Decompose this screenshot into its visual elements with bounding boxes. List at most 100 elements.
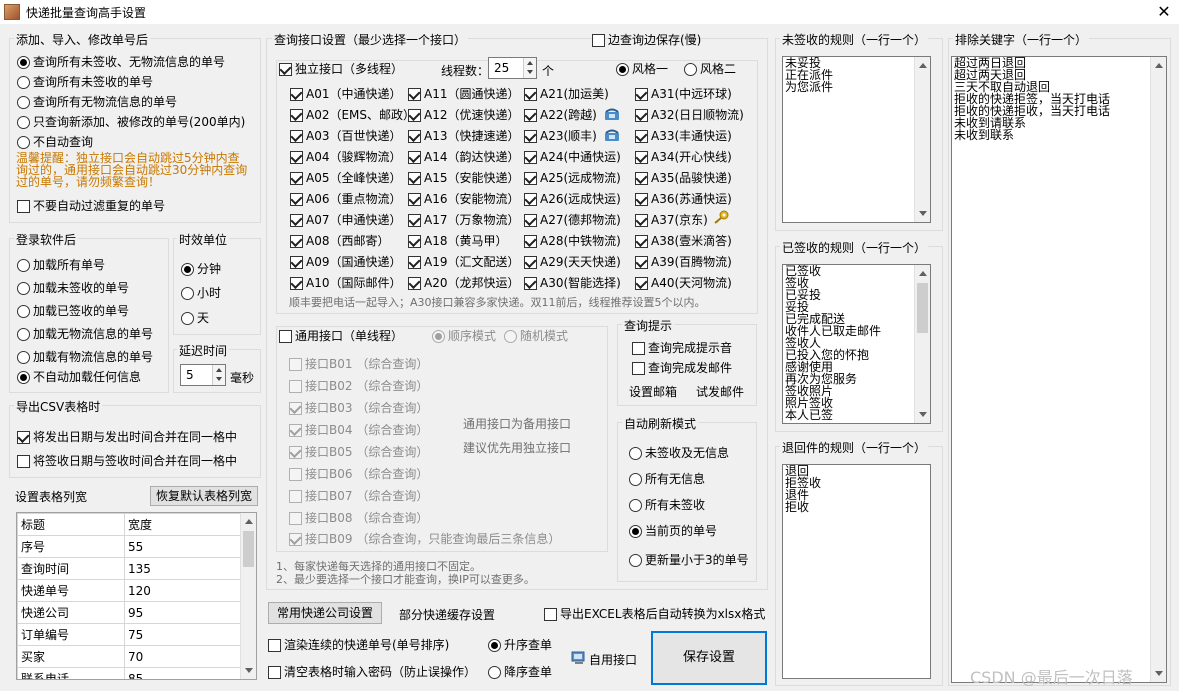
returned-rules-textarea[interactable]: 退回 拒签收 退件 拒收: [782, 464, 931, 679]
carrier-checkbox[interactable]: A03（百世快递）: [290, 128, 401, 144]
carrier-checkbox[interactable]: A27(德邦物流): [524, 212, 621, 228]
scroll-down-icon[interactable]: [919, 412, 927, 417]
carrier-checkbox[interactable]: A29(天天快递): [524, 254, 621, 270]
carrier-checkbox[interactable]: A33(丰通快运): [635, 128, 732, 144]
signed-scrollbar[interactable]: [914, 265, 930, 423]
delay-stepper[interactable]: 5: [180, 364, 226, 386]
carrier-checkbox[interactable]: A11（圆通快递）: [408, 86, 519, 102]
table-row[interactable]: 订单编号 75: [17, 623, 242, 646]
table-cell[interactable]: 55: [124, 535, 242, 558]
general-api-item-checkbox[interactable]: 接口B04 （综合查询）: [289, 422, 428, 438]
add-import-option-radio[interactable]: 不自动查询: [17, 134, 93, 150]
table-cell[interactable]: 序号: [17, 535, 125, 558]
scroll-down-icon[interactable]: [919, 211, 927, 216]
general-api-item-checkbox[interactable]: 接口B09 （综合查询，只能查询最后三条信息）: [289, 531, 560, 547]
carrier-checkbox[interactable]: A13（快捷速递）: [408, 128, 519, 144]
login-option-radio[interactable]: 不自动加载任何信息: [17, 369, 141, 385]
self-api-label[interactable]: 自用接口: [589, 651, 637, 668]
login-option-radio[interactable]: 加载未签收的单号: [17, 280, 129, 296]
carrier-checkbox[interactable]: A40(天河物流): [635, 275, 732, 291]
table-row[interactable]: 快递单号 120: [17, 579, 242, 602]
carrier-checkbox[interactable]: A34(开心快线): [635, 149, 732, 165]
table-scrollbar[interactable]: [240, 513, 256, 679]
carrier-checkbox[interactable]: A06（重点物流）: [290, 191, 401, 207]
carrier-checkbox[interactable]: A39(百腾物流): [635, 254, 732, 270]
general-api-item-checkbox[interactable]: 接口B06 （综合查询）: [289, 466, 428, 482]
table-cell[interactable]: 70: [124, 645, 242, 668]
carrier-checkbox[interactable]: A09（国通快递）: [290, 254, 401, 270]
threads-stepper[interactable]: 25: [488, 57, 537, 79]
tip-mail-checkbox[interactable]: 查询完成发邮件: [632, 360, 732, 376]
carrier-checkbox[interactable]: A22(跨越): [524, 107, 597, 123]
carrier-checkbox[interactable]: A31(中远环球): [635, 86, 732, 102]
tip-sound-checkbox[interactable]: 查询完成提示音: [632, 340, 732, 356]
carrier-checkbox[interactable]: A35(品骏快递): [635, 170, 732, 186]
exclude-keywords-textarea[interactable]: 超过两日退回 超过两天退回 三天不取自动退回 拒收的快递拒签，当天打电话 拒收的快递拒收…: [951, 56, 1167, 683]
carrier-checkbox[interactable]: A05（全峰快递）: [290, 170, 401, 186]
threads-spin-buttons[interactable]: [523, 58, 536, 78]
general-api-item-checkbox[interactable]: 接口B01 （综合查询）: [289, 356, 428, 372]
ascending-radio[interactable]: 升序查单: [488, 637, 552, 653]
table-row[interactable]: 快递公司 95: [17, 601, 242, 624]
general-api-item-checkbox[interactable]: 接口B03 （综合查询）: [289, 400, 428, 416]
carrier-checkbox[interactable]: A38(壹米滴答): [635, 233, 732, 249]
carrier-checkbox[interactable]: A17（万象物流）: [408, 212, 519, 228]
auto-refresh-radio[interactable]: 当前页的单号: [629, 523, 717, 539]
carrier-checkbox[interactable]: A32(日日顺物流): [635, 107, 744, 123]
add-import-option-radio[interactable]: 查询所有未签收、无物流信息的单号: [17, 54, 225, 70]
login-option-radio[interactable]: 加载已签收的单号: [17, 303, 129, 319]
scroll-thumb[interactable]: [917, 283, 928, 333]
add-import-option-radio[interactable]: 查询所有无物流信息的单号: [17, 94, 177, 110]
scroll-down-icon[interactable]: [245, 668, 253, 673]
export-excel-checkbox[interactable]: 导出EXCEL表格后自动转换为xlsx格式: [544, 606, 765, 622]
save-settings-button[interactable]: 保存设置: [651, 631, 767, 685]
style-two-radio[interactable]: 风格二: [684, 61, 736, 77]
carrier-checkbox[interactable]: A16（安能物流）: [408, 191, 519, 207]
auto-refresh-radio[interactable]: 所有未签收: [629, 497, 705, 513]
scroll-thumb[interactable]: [243, 531, 254, 567]
general-api-item-checkbox[interactable]: 接口B02 （综合查询）: [289, 378, 428, 394]
unsigned-scrollbar[interactable]: [914, 57, 930, 222]
carrier-checkbox[interactable]: A36(苏通快运): [635, 191, 732, 207]
table-cell[interactable]: 快递公司: [17, 601, 125, 624]
carrier-checkbox[interactable]: A20（龙邦快运）: [408, 275, 519, 291]
table-cell[interactable]: 75: [124, 623, 242, 646]
col-width-table[interactable]: 标题 宽度 序号 55 查询时间 135 快递单号 120 快递公司 95 订单编号 75 买家 70 联系…: [16, 512, 257, 680]
carrier-checkbox[interactable]: A15（安能快递）: [408, 170, 519, 186]
mail-setup-link[interactable]: 设置邮箱: [629, 383, 677, 400]
carrier-checkbox[interactable]: A19（汇文配送）: [408, 254, 519, 270]
sequential-mode-radio[interactable]: 顺序模式: [432, 328, 496, 344]
partial-cache-link[interactable]: 部分快递缓存设置: [399, 606, 495, 623]
table-row[interactable]: 联系电话 85: [17, 667, 242, 679]
carrier-checkbox[interactable]: A01（中通快递）: [290, 86, 401, 102]
no-filter-dup-checkbox[interactable]: 不要自动过滤重复的单号: [17, 198, 165, 214]
carrier-checkbox[interactable]: A37(京东): [635, 212, 708, 228]
carrier-checkbox[interactable]: A10（国际邮件）: [290, 275, 401, 291]
carrier-checkbox[interactable]: A28(中铁物流): [524, 233, 621, 249]
table-row[interactable]: 查询时间 135: [17, 557, 242, 580]
carrier-checkbox[interactable]: A26(远成快运): [524, 191, 621, 207]
add-import-option-radio[interactable]: 查询所有未签收的单号: [17, 74, 153, 90]
general-api-checkbox[interactable]: 通用接口（单线程）: [279, 328, 407, 344]
carrier-checkbox[interactable]: A25(远成物流): [524, 170, 621, 186]
add-import-option-radio[interactable]: 只查询新添加、被修改的单号(200单内): [17, 114, 245, 130]
table-cell[interactable]: 联系电话: [17, 667, 125, 679]
signed-rules-textarea[interactable]: 已签收 签收 已妥投 妥投 已完成配送 收件人已取走邮件 签收人 已投入您的怀抱 感谢使用 再次为…: [782, 264, 931, 424]
clear-password-checkbox[interactable]: 清空表格时输入密码（防止误操作）: [268, 664, 476, 680]
table-cell[interactable]: 订单编号: [17, 623, 125, 646]
carrier-checkbox[interactable]: A30(智能选择): [524, 275, 621, 291]
carrier-checkbox[interactable]: A04（骏辉物流）: [290, 149, 401, 165]
render-consecutive-checkbox[interactable]: 渲染连续的快递单号(单号排序): [268, 637, 449, 653]
table-cell[interactable]: 135: [124, 557, 242, 580]
test-mail-link[interactable]: 试发邮件: [696, 383, 744, 400]
table-cell[interactable]: 95: [124, 601, 242, 624]
style-one-radio[interactable]: 风格一: [616, 61, 668, 77]
carrier-checkbox[interactable]: A12（优速快递）: [408, 107, 519, 123]
scroll-up-icon[interactable]: [245, 519, 253, 524]
login-option-radio[interactable]: 加载有物流信息的单号: [17, 349, 153, 365]
auto-refresh-radio[interactable]: 更新量小于3的单号: [629, 552, 749, 568]
scroll-down-icon[interactable]: [1155, 671, 1163, 676]
login-option-radio[interactable]: 加载无物流信息的单号: [17, 326, 153, 342]
time-unit-radio[interactable]: 分钟: [181, 261, 221, 277]
descending-radio[interactable]: 降序查单: [488, 664, 552, 680]
